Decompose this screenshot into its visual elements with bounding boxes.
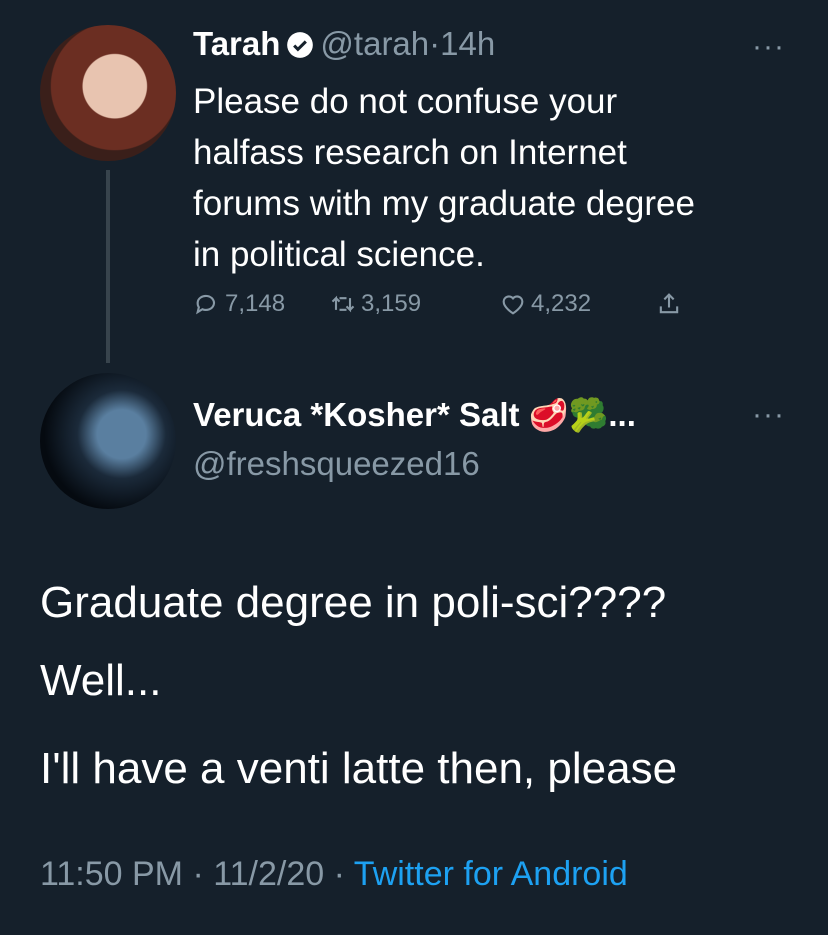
meta-separator: · <box>333 855 345 893</box>
retweet-icon <box>331 295 355 313</box>
reply-date[interactable]: 11/2/20 <box>213 855 324 893</box>
like-button[interactable]: 4,232 <box>499 290 655 318</box>
reply-time[interactable]: 11:50 PM <box>40 855 183 893</box>
share-icon <box>659 293 679 314</box>
author-name[interactable]: Tarah <box>193 25 280 62</box>
reply-text-line: Graduate degree in poli-sci???? <box>40 578 667 627</box>
avatar-freshsqueezed16[interactable] <box>40 373 176 509</box>
reply-author-handle[interactable]: @freshsqueezed16 <box>193 445 480 483</box>
reply-text-line: Well... <box>40 656 162 705</box>
thread-line <box>106 170 110 363</box>
tweet-time[interactable]: 14h <box>440 25 495 62</box>
reply-meta: 11:50 PM · 11/2/20 · Twitter for Android <box>40 855 628 894</box>
tweet-actions: 7,148 3,159 4,232 <box>193 290 687 318</box>
tweet-text-line: forums with my graduate degree <box>193 184 695 223</box>
tweet-text-line: halfass research on Internet <box>193 133 627 172</box>
more-icon[interactable]: ··· <box>752 398 785 432</box>
like-count: 4,232 <box>531 290 592 317</box>
more-icon[interactable]: ··· <box>752 30 785 64</box>
reply-button[interactable]: 7,148 <box>193 290 329 318</box>
tweet-text: Please do not confuse your halfass resea… <box>193 76 793 280</box>
reply-count: 7,148 <box>225 290 286 317</box>
name-ellipsis: ... <box>608 396 636 433</box>
reply-author[interactable]: Veruca *Kosher* Salt 🥩🥦... <box>193 396 636 434</box>
share-button[interactable] <box>655 290 687 318</box>
verified-icon <box>287 32 314 58</box>
tweet-author[interactable]: Tarah @tarah·14h <box>193 25 495 63</box>
reply-text-line: I'll have a venti latte then, please <box>40 744 678 793</box>
tweet-text-line: Please do not confuse your <box>193 82 618 121</box>
time-separator: · <box>429 25 441 62</box>
avatar-tarah[interactable] <box>40 25 176 161</box>
reply-author-name[interactable]: Veruca *Kosher* Salt <box>193 396 520 433</box>
author-handle[interactable]: @tarah <box>320 25 429 62</box>
retweet-button[interactable]: 3,159 <box>329 290 499 318</box>
like-icon <box>502 295 524 315</box>
reply-icon <box>196 294 216 315</box>
tweet-text-line: in political science. <box>193 235 485 274</box>
retweet-count: 3,159 <box>361 290 422 317</box>
source-link[interactable]: Twitter for Android <box>354 855 628 893</box>
author-emoji: 🥩🥦 <box>528 397 609 433</box>
meta-separator: · <box>192 855 204 893</box>
